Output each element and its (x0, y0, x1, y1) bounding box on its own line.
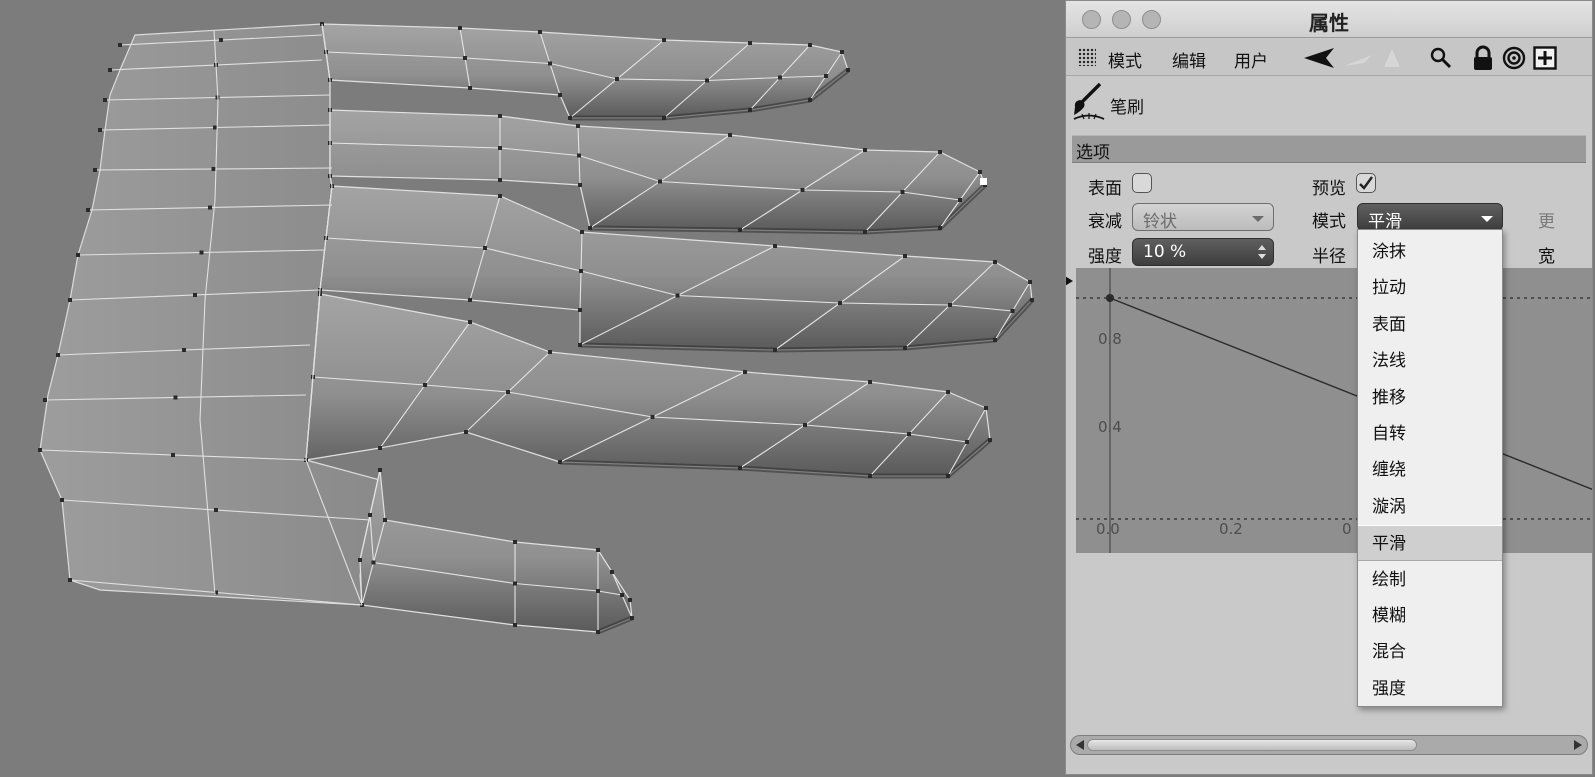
menu-mode[interactable]: 模式 (1108, 47, 1142, 72)
back-arrow-icon[interactable] (1302, 45, 1402, 71)
dropdown-option[interactable]: 法线 (1358, 343, 1502, 379)
expand-arrow-icon[interactable] (1065, 275, 1075, 287)
stepper-icon[interactable] (1257, 243, 1267, 261)
dropdown-option[interactable]: 缠绕 (1358, 452, 1502, 488)
menu-user[interactable]: 用户 (1234, 47, 1268, 72)
strength-value: 10 % (1143, 242, 1187, 262)
width-label: 宽 (1538, 247, 1555, 267)
dropdown-option[interactable]: 自转 (1358, 416, 1502, 452)
mode-select[interactable]: 平滑 (1357, 203, 1503, 232)
chevron-down-icon (1481, 216, 1493, 222)
checkmark-icon (1359, 176, 1373, 190)
new-panel-icon[interactable] (1533, 46, 1557, 70)
horizontal-scrollbar[interactable] (1070, 735, 1588, 755)
dropdown-option[interactable]: 表面 (1358, 307, 1502, 343)
scroll-left-icon[interactable] (1076, 740, 1084, 750)
tool-name: 笔刷 (1110, 98, 1144, 118)
options-section-header[interactable]: 选项 (1072, 135, 1586, 163)
dropdown-option[interactable]: 平滑 (1358, 525, 1502, 562)
surface-label: 表面 (1088, 179, 1122, 199)
curve-canvas[interactable] (1076, 268, 1593, 553)
title-bar: 属性 (1066, 1, 1592, 38)
chevron-down-icon (1252, 216, 1264, 222)
dropdown-option[interactable]: 拉动 (1358, 270, 1502, 306)
dropdown-option[interactable]: 混合 (1358, 634, 1502, 670)
dropdown-option[interactable]: 推移 (1358, 380, 1502, 416)
preview-label: 预览 (1312, 179, 1346, 199)
x-tick-label: 0.2 (1219, 520, 1243, 538)
mode-dropdown-menu: 涂抹 拉动 表面 法线 推移 自转 缠绕 漩涡 平滑 绘制 模糊 混合 强度 (1357, 229, 1503, 707)
mode-label: 模式 (1312, 212, 1346, 232)
dropdown-option[interactable]: 强度 (1358, 671, 1502, 707)
section-title: 选项 (1076, 143, 1110, 163)
scroll-right-icon[interactable] (1574, 740, 1582, 750)
dropdown-option[interactable]: 模糊 (1358, 598, 1502, 634)
search-icon[interactable] (1430, 47, 1452, 69)
y-tick-label: 0.8 (1098, 330, 1122, 348)
strength-label: 强度 (1088, 247, 1122, 267)
strength-input[interactable]: 10 % (1132, 238, 1274, 266)
falloff-curve-graph[interactable]: 0.8 0.4 0.0 0.2 0 (1076, 268, 1593, 553)
menu-bar: 模式 编辑 用户 (1066, 39, 1592, 76)
dropdown-option[interactable]: 绘制 (1358, 562, 1502, 598)
attributes-panel: 属性 模式 编辑 用户 笔刷 选项 表面 预览 衰减 铃状 模式 平滑 更 强度… (1065, 0, 1593, 775)
menu-edit[interactable]: 编辑 (1172, 47, 1206, 72)
x-tick-label: 0 (1342, 520, 1352, 538)
tool-header: 笔刷 (1066, 79, 1592, 127)
preview-checkbox[interactable] (1356, 173, 1376, 193)
dropdown-option[interactable]: 涂抹 (1358, 234, 1502, 270)
falloff-select[interactable]: 铃状 (1132, 203, 1274, 232)
x-tick-label: 0.0 (1096, 520, 1120, 538)
scrollbar-thumb[interactable] (1087, 739, 1417, 751)
grip-icon[interactable] (1078, 48, 1096, 66)
falloff-value: 铃状 (1143, 212, 1177, 232)
lock-icon[interactable] (1472, 45, 1494, 71)
window-title: 属性 (1309, 11, 1349, 35)
brush-icon (1073, 82, 1105, 120)
falloff-label: 衰减 (1088, 212, 1122, 232)
curve-point[interactable] (1106, 294, 1114, 302)
target-icon[interactable] (1502, 46, 1526, 70)
3d-viewport[interactable] (0, 0, 1065, 777)
surface-checkbox[interactable] (1132, 173, 1152, 193)
dropdown-option[interactable]: 漩涡 (1358, 489, 1502, 525)
more-label: 更 (1538, 212, 1555, 232)
hand-mesh[interactable] (0, 0, 1065, 777)
y-tick-label: 0.4 (1098, 418, 1122, 436)
radius-label: 半径 (1312, 247, 1346, 267)
